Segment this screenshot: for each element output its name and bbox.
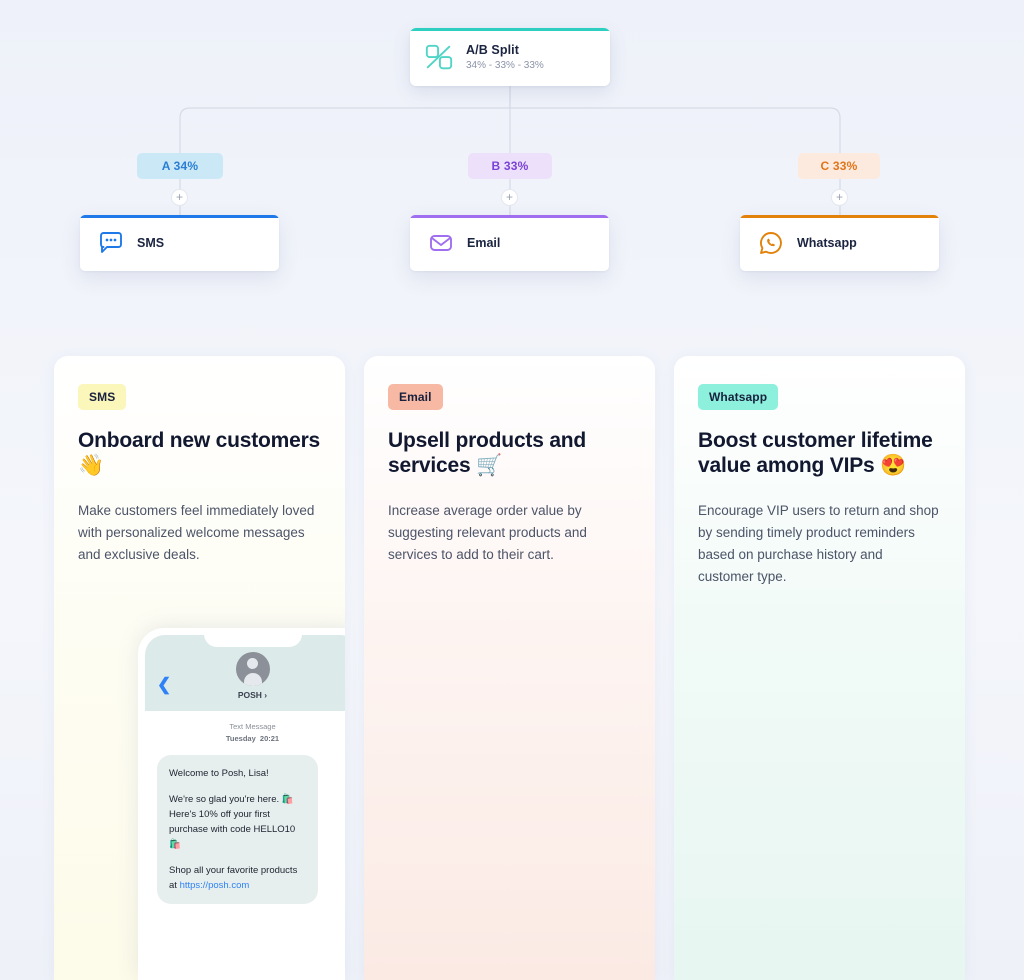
ab-split-subtitle: 34% - 33% - 33% bbox=[466, 60, 544, 71]
feature-card-sms: SMS Onboard new customers 👋 Make custome… bbox=[54, 356, 345, 980]
add-step-button-b[interactable]: + bbox=[501, 189, 518, 206]
card-heading-email: Upsell products and services 🛒 bbox=[388, 429, 587, 477]
channel-node-email[interactable]: Email bbox=[410, 215, 609, 271]
channel-label-sms: SMS bbox=[137, 236, 165, 250]
whatsapp-icon bbox=[760, 232, 782, 254]
feature-cards: SMS Onboard new customers 👋 Make custome… bbox=[0, 356, 1024, 980]
card-body-email: Increase average order value by suggesti… bbox=[388, 503, 587, 562]
branch-pill-b[interactable]: B 33% bbox=[468, 153, 552, 179]
add-step-button-a[interactable]: + bbox=[171, 189, 188, 206]
sms-timestamp: Text Message Tuesday 20:21 bbox=[145, 721, 345, 745]
avatar bbox=[235, 652, 270, 686]
card-tag-sms: SMS bbox=[78, 384, 127, 410]
feature-card-email: Email Upsell products and services 🛒 Inc… bbox=[364, 356, 655, 980]
channel-node-whatsapp[interactable]: Whatsapp bbox=[740, 215, 939, 271]
sms-meta-label: Text Message bbox=[229, 722, 276, 731]
card-heading-whatsapp: Boost customer lifetime value among VIPs… bbox=[698, 429, 933, 477]
ab-split-title: A/B Split bbox=[466, 43, 519, 57]
phone-notch bbox=[203, 628, 302, 647]
phone-screen-sms: ❮ POSH › Text Message Tuesday 20:21 Welc… bbox=[145, 635, 345, 980]
phone-mockup-sms: ❮ POSH › Text Message Tuesday 20:21 Welc… bbox=[138, 628, 345, 980]
sms-line-3: Shop all your favorite products at https… bbox=[169, 863, 306, 893]
channel-label-email: Email bbox=[467, 236, 501, 250]
sms-contact-name: POSH › bbox=[237, 690, 268, 700]
sms-chat-icon bbox=[100, 232, 122, 253]
card-body-sms: Make customers feel immediately loved wi… bbox=[78, 503, 315, 562]
sms-line-2: We're so glad you're here. 🛍️ Here's 10%… bbox=[169, 794, 296, 850]
card-heading-sms: Onboard new customers 👋 bbox=[78, 429, 321, 477]
card-tag-whatsapp: Whatsapp bbox=[698, 384, 779, 410]
page-root: A/B Split 34% - 33% - 33% A 34% B 33% C … bbox=[0, 0, 1024, 980]
sms-link[interactable]: https://posh.com bbox=[180, 880, 250, 891]
sms-meta-time: 20:21 bbox=[259, 734, 280, 743]
sms-line-1: Welcome to Posh, Lisa! bbox=[169, 768, 269, 779]
ab-split-icon bbox=[425, 44, 453, 70]
branch-pill-c[interactable]: C 33% bbox=[798, 153, 880, 179]
card-body-whatsapp: Encourage VIP users to return and shop b… bbox=[698, 503, 939, 584]
feature-card-whatsapp: Whatsapp Boost customer lifetime value a… bbox=[674, 356, 965, 980]
channel-label-whatsapp: Whatsapp bbox=[797, 236, 857, 250]
sms-meta-day: Tuesday bbox=[225, 734, 256, 743]
channel-node-sms[interactable]: SMS bbox=[80, 215, 279, 271]
ab-split-text: A/B Split 34% - 33% - 33% bbox=[466, 43, 544, 71]
card-tag-email: Email bbox=[388, 384, 443, 410]
envelope-icon bbox=[430, 235, 452, 251]
ab-split-flow-diagram: A/B Split 34% - 33% - 33% A 34% B 33% C … bbox=[0, 0, 1024, 300]
ab-split-node[interactable]: A/B Split 34% - 33% - 33% bbox=[410, 28, 610, 86]
add-step-button-c[interactable]: + bbox=[831, 189, 848, 206]
branch-pill-a[interactable]: A 34% bbox=[137, 153, 223, 179]
sms-message-bubble: Welcome to Posh, Lisa! We're so glad you… bbox=[157, 755, 318, 904]
